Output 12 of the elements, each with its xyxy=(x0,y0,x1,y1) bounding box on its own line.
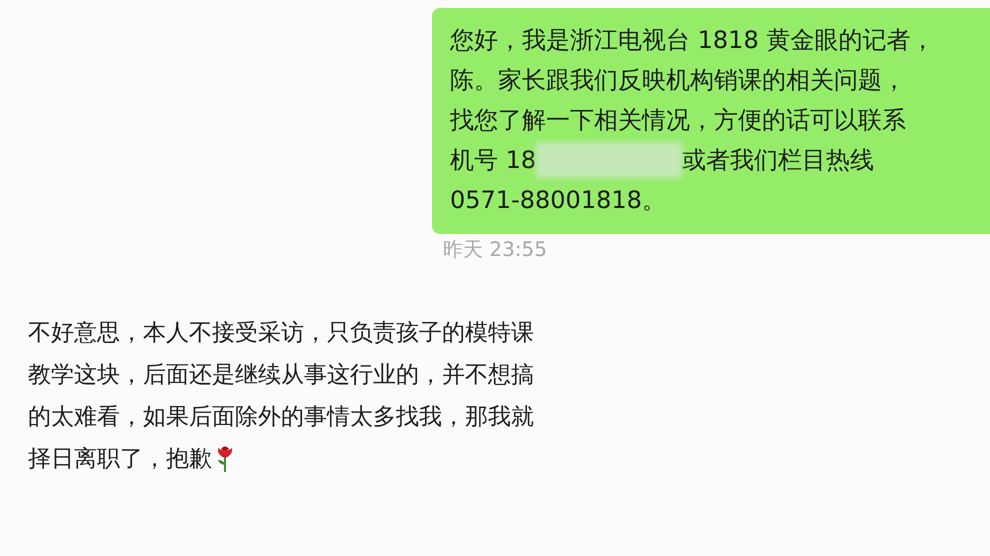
timestamp: 昨天 23:55 xyxy=(443,237,547,261)
message-line: 不好意思，本人不接受采访，只负责孩子的模特课 xyxy=(28,319,534,348)
message-line: 0571-88001818。 xyxy=(450,185,666,216)
message-line: 您好，我是浙江电视台 1818 黄金眼的记者， xyxy=(450,25,934,56)
message-line: 的太难看，如果后面除外的事情太多找我，那我就 xyxy=(28,403,534,432)
message-line: 陈。家长跟我们反映机构销课的相关问题， xyxy=(450,65,906,96)
rose-icon xyxy=(216,445,234,473)
message-line: 机号 18 xyxy=(450,145,536,176)
message-line: 或者我们栏目热线 xyxy=(682,145,874,176)
message-line: 找您了解一下相关情况，方便的话可以联系 xyxy=(450,105,906,136)
message-line: 择日离职了，抱歉 xyxy=(28,445,212,474)
message-line: 教学这块，后面还是继续从事这行业的，并不想搞 xyxy=(28,361,534,390)
